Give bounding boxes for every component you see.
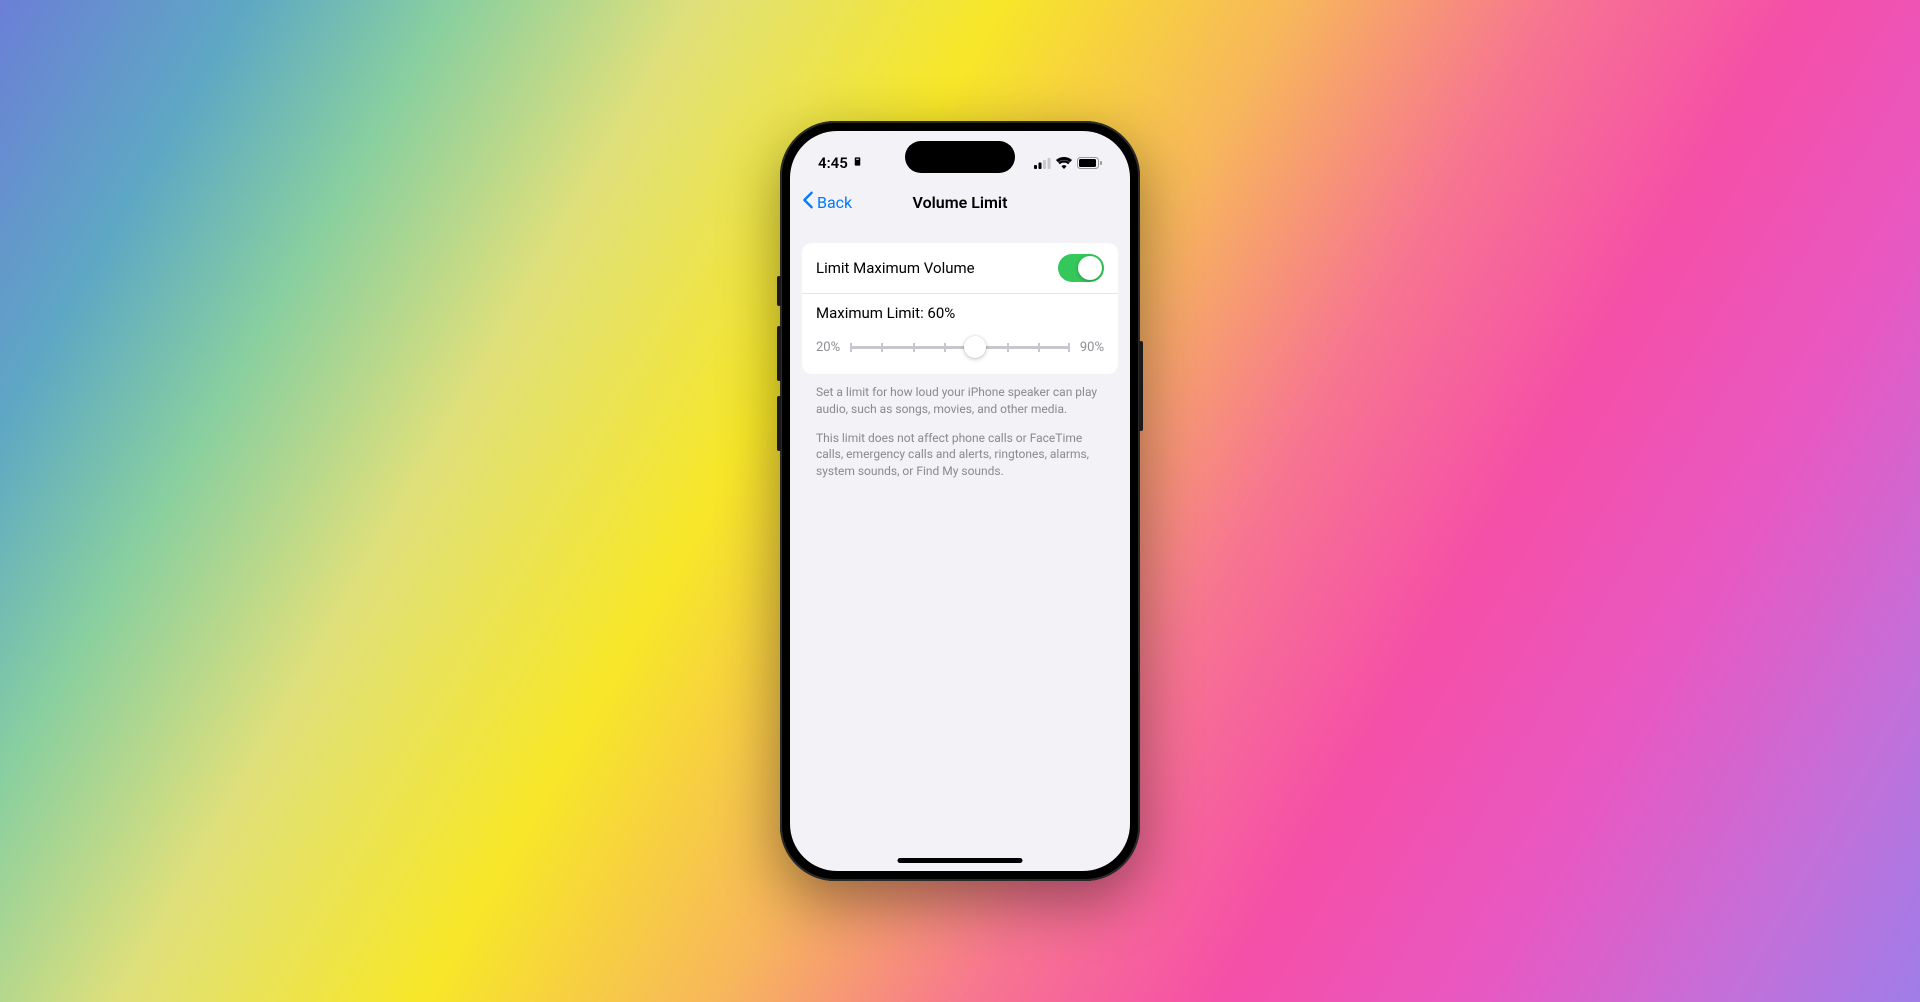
battery-icon <box>1077 157 1102 169</box>
footer-p1: Set a limit for how loud your iPhone spe… <box>816 384 1104 418</box>
max-limit-label: Maximum Limit: 60% <box>816 304 1104 322</box>
phone-screen: 4:45 Bac <box>790 131 1130 871</box>
volume-up-hw <box>777 326 781 381</box>
footer-text: Set a limit for how loud your iPhone spe… <box>802 374 1118 480</box>
settings-card: Limit Maximum Volume Maximum Limit: 60% … <box>802 243 1118 374</box>
slider-tick <box>1007 343 1009 352</box>
slider-thumb[interactable] <box>964 336 986 358</box>
status-left: 4:45 <box>818 154 863 172</box>
back-button[interactable]: Back <box>802 191 852 213</box>
slider-max-label: 90% <box>1080 340 1104 355</box>
slider-tick <box>1068 343 1070 352</box>
slider-track <box>850 346 1070 349</box>
slider-tick <box>1038 343 1040 352</box>
phone-frame: 4:45 Bac <box>780 121 1140 881</box>
power-button-hw <box>1139 341 1143 431</box>
volume-slider[interactable] <box>850 336 1070 358</box>
home-indicator[interactable] <box>898 858 1023 863</box>
settings-content: Limit Maximum Volume Maximum Limit: 60% … <box>790 223 1130 480</box>
focus-icon <box>852 154 863 172</box>
nav-bar: Back Volume Limit <box>790 181 1130 223</box>
status-right <box>1034 157 1102 169</box>
cellular-icon <box>1034 158 1051 169</box>
slider-section: Maximum Limit: 60% 20% <box>802 294 1118 374</box>
chevron-left-icon <box>802 191 814 213</box>
limit-toggle-label: Limit Maximum Volume <box>816 259 975 277</box>
wifi-icon <box>1056 157 1072 169</box>
volume-slider-container: 20% <box>816 336 1104 358</box>
volume-down-hw <box>777 396 781 451</box>
status-time: 4:45 <box>818 154 848 172</box>
footer-p2: This limit does not affect phone calls o… <box>816 430 1104 480</box>
slider-tick <box>944 343 946 352</box>
slider-min-label: 20% <box>816 340 840 355</box>
slider-tick <box>850 343 852 352</box>
slider-tick <box>881 343 883 352</box>
back-label: Back <box>817 193 852 212</box>
limit-toggle-row: Limit Maximum Volume <box>802 243 1118 294</box>
limit-toggle[interactable] <box>1058 254 1104 282</box>
slider-tick <box>913 343 915 352</box>
toggle-knob <box>1078 256 1102 280</box>
dynamic-island <box>905 141 1015 173</box>
silent-switch <box>777 276 781 306</box>
